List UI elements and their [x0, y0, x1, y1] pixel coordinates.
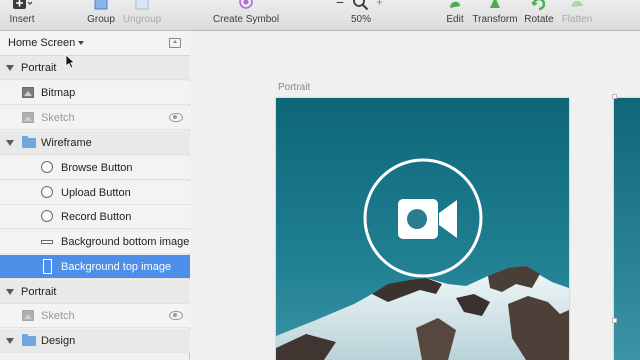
layer-row-line[interactable]: Background bottom image — [0, 230, 190, 254]
group-button[interactable]: Group — [84, 0, 118, 31]
create-symbol-button[interactable]: Create Symbol — [210, 0, 282, 31]
video-camera-icon — [398, 199, 457, 239]
layer-row-sketch[interactable]: Sketch — [0, 106, 190, 130]
layer-label: Background top image — [61, 261, 172, 273]
layer-row-sketch[interactable]: Sketch — [0, 304, 190, 328]
create-symbol-label: Create Symbol — [212, 14, 280, 25]
rotate-label: Rotate — [524, 14, 554, 25]
layer-label: Design — [41, 335, 76, 347]
transform-label: Transform — [472, 14, 518, 25]
layer-label: Record Button — [61, 211, 132, 223]
rotate-icon — [531, 0, 546, 11]
layers-sidebar: Home Screen Portrait Bitmap Sketch Wiref… — [0, 31, 190, 360]
layer-row-folder[interactable]: Design — [0, 329, 190, 353]
layer-row-folder[interactable]: Wireframe — [0, 131, 190, 155]
layer-label: Background bottom image — [61, 236, 190, 248]
layer-label: Portrait — [21, 62, 57, 74]
layer-row-oval[interactable]: Upload Button — [0, 181, 190, 205]
rotate-button[interactable]: Rotate — [522, 0, 556, 31]
record-button[interactable] — [361, 156, 485, 280]
edit-icon — [450, 1, 460, 8]
layer-label: Wireframe — [41, 137, 92, 149]
zoom-out-button[interactable]: − — [336, 0, 344, 10]
transform-icon — [490, 0, 500, 8]
bitmap-icon — [22, 87, 34, 98]
disclosure-triangle-icon[interactable] — [6, 65, 14, 71]
layer-row-artboard[interactable]: Portrait — [0, 56, 190, 80]
ungroup-icon — [135, 0, 149, 10]
layer-label: Sketch — [41, 310, 75, 322]
line-shape-icon — [41, 240, 53, 244]
zoom-in-button[interactable]: + — [376, 0, 383, 9]
magnifier-icon — [353, 0, 369, 11]
flatten-label: Flatten — [561, 14, 593, 25]
flatten-icon — [571, 0, 583, 7]
plus-icon — [13, 0, 33, 9]
ungroup-button[interactable]: Ungroup — [120, 0, 164, 31]
group-label: Group — [87, 14, 115, 25]
layer-label: Portrait — [21, 286, 57, 298]
group-icon — [94, 0, 108, 10]
layer-label: Upload Button — [61, 187, 131, 199]
page-name: Home Screen — [8, 37, 76, 49]
ungroup-label: Ungroup — [122, 14, 162, 25]
canvas[interactable]: Portrait — [191, 31, 640, 360]
zoom-level: 50% — [350, 14, 371, 25]
eye-icon[interactable] — [169, 113, 183, 122]
resize-handle[interactable] — [612, 94, 617, 99]
layer-row-oval[interactable]: Browse Button — [0, 156, 190, 180]
layer-row-artboard[interactable]: Portrait — [0, 280, 190, 304]
artboard-portrait-2[interactable] — [614, 98, 640, 360]
disclosure-triangle-icon[interactable] — [6, 140, 14, 146]
transform-button[interactable]: Transform — [472, 0, 518, 31]
caret-down-icon — [78, 41, 84, 45]
eye-icon[interactable] — [169, 311, 183, 320]
layer-row-selected[interactable]: Background top image — [0, 255, 190, 279]
page-selector[interactable]: Home Screen — [0, 31, 190, 56]
bitmap-icon — [22, 310, 34, 321]
layer-label: Sketch — [41, 112, 75, 124]
symbol-icon — [239, 0, 253, 9]
toolbar: Insert Group Ungroup Create Symbol − + 5… — [0, 0, 640, 31]
layer-row-oval[interactable]: Record Button — [0, 205, 190, 229]
oval-icon — [41, 186, 53, 198]
layer-row-bitmap[interactable]: Bitmap — [0, 81, 190, 105]
disclosure-triangle-icon[interactable] — [6, 338, 14, 344]
insert-button[interactable]: Insert — [4, 0, 40, 31]
layer-label: Browse Button — [61, 162, 133, 174]
add-page-icon[interactable] — [169, 38, 181, 48]
artboard-portrait[interactable] — [276, 98, 569, 360]
zoom-control: − + 50% — [334, 0, 388, 31]
bitmap-icon — [22, 112, 34, 123]
edit-label: Edit — [446, 14, 464, 25]
flatten-button[interactable]: Flatten — [560, 0, 594, 31]
insert-label: Insert — [9, 14, 35, 25]
edit-button[interactable]: Edit — [440, 0, 470, 31]
moon-icon — [396, 118, 410, 125]
oval-icon — [41, 210, 53, 222]
mouse-cursor — [65, 54, 75, 69]
resize-handle[interactable] — [612, 318, 617, 323]
disclosure-triangle-icon[interactable] — [6, 289, 14, 295]
oval-icon — [41, 161, 53, 173]
artboard-title[interactable]: Portrait — [278, 82, 310, 93]
layer-label: Bitmap — [41, 87, 76, 99]
folder-icon — [22, 334, 36, 346]
folder-icon — [22, 136, 36, 148]
rectangle-icon — [43, 259, 52, 274]
